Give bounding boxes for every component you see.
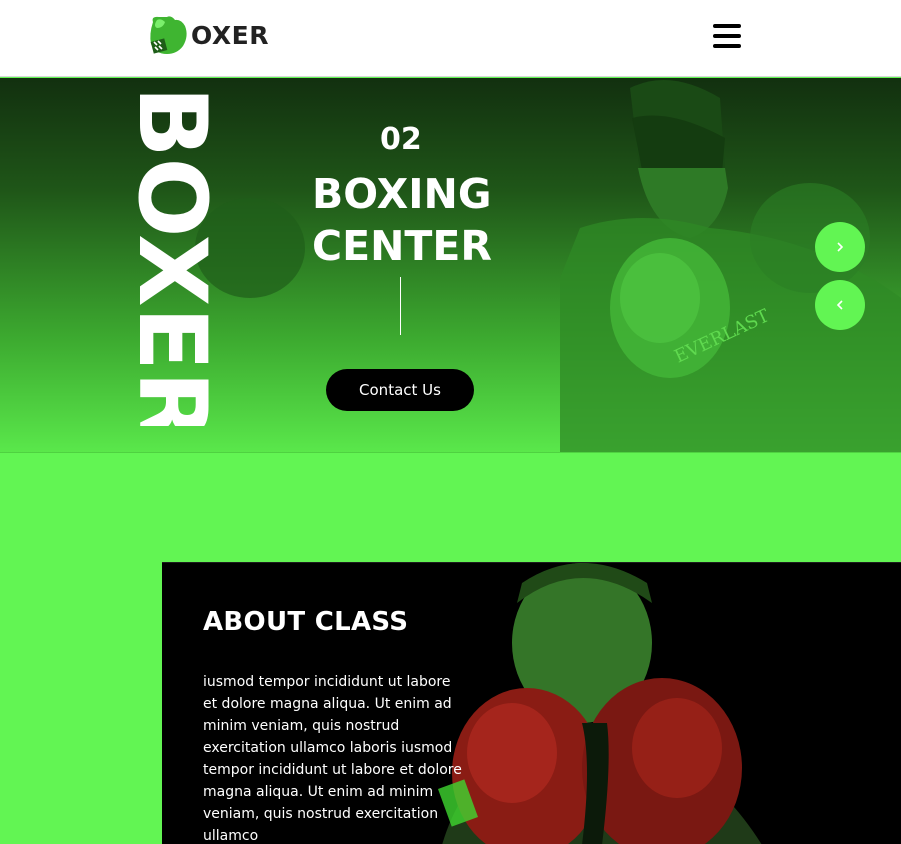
- boxing-glove-icon: [147, 14, 189, 56]
- next-slide-button[interactable]: [815, 222, 865, 272]
- site-header: OXER: [0, 0, 901, 77]
- chevron-left-icon: [836, 300, 843, 310]
- prev-slide-button[interactable]: [815, 280, 865, 330]
- vertical-boxer-text: BOXER: [136, 86, 226, 426]
- about-title: ABOUT CLASS: [203, 607, 409, 637]
- hero-slider: EVERLAST BOXER 02 BOXING CENTER Contact …: [0, 78, 901, 453]
- about-description: iusmod tempor incididunt ut labore et do…: [203, 674, 462, 844]
- logo-text: OXER: [191, 20, 269, 50]
- boxer-guard-image: [438, 563, 762, 844]
- hamburger-menu-icon[interactable]: [713, 24, 741, 48]
- hero-title: BOXING CENTER: [312, 168, 492, 272]
- section-divider: [0, 452, 901, 453]
- hero-title-line2: CENTER: [312, 222, 492, 270]
- hero-divider: [400, 277, 401, 335]
- slide-number: 02: [380, 122, 422, 157]
- contact-us-button[interactable]: Contact Us: [326, 369, 474, 411]
- svg-text:BOXER: BOXER: [136, 86, 226, 426]
- about-class-section: ABOUT CLASS iusmod tempor incididunt ut …: [162, 562, 901, 844]
- logo[interactable]: OXER: [147, 14, 269, 56]
- chevron-right-icon: [837, 242, 844, 252]
- hero-title-line1: BOXING: [312, 170, 492, 218]
